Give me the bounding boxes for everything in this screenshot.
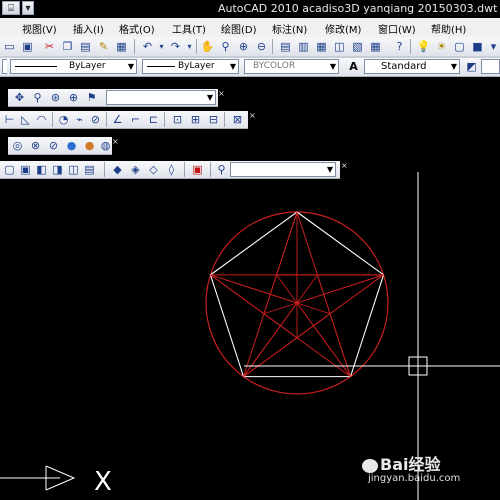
watermark-url: jingyan.baidu.com bbox=[368, 473, 461, 484]
star-construction-line bbox=[296, 274, 384, 304]
star-construction-line bbox=[317, 274, 351, 377]
baidu-paw-logo bbox=[360, 455, 380, 474]
ucs-x-label: X bbox=[94, 467, 112, 497]
star-construction-line bbox=[210, 274, 298, 339]
watermark-brand: Bai经验 bbox=[380, 455, 441, 474]
baidu-watermark: Bai经验 jingyan.baidu.com bbox=[360, 451, 460, 484]
star-construction-line bbox=[263, 211, 298, 314]
star-construction-line bbox=[243, 313, 331, 377]
drawing-canvas[interactable]: X bbox=[0, 0, 500, 500]
star-construction-line bbox=[210, 274, 298, 304]
